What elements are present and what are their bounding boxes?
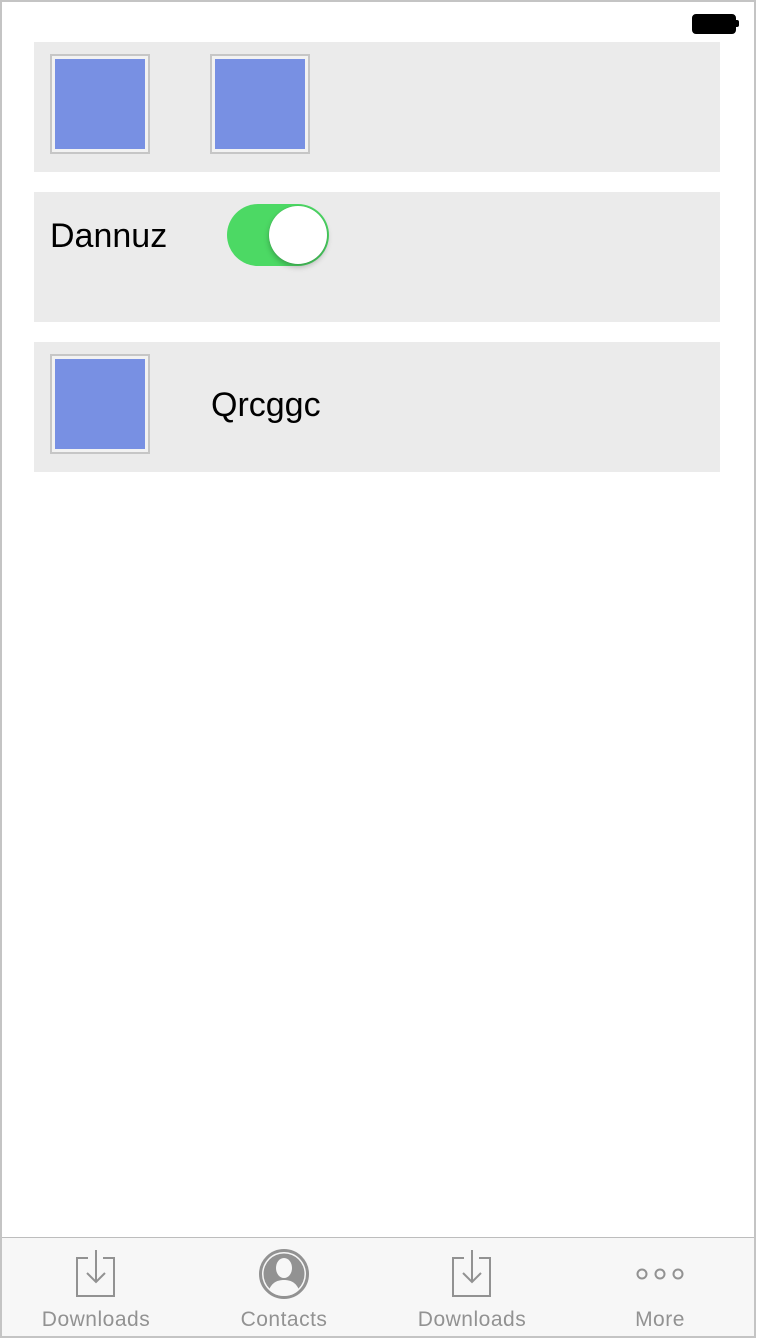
dannuz-toggle[interactable] bbox=[227, 204, 329, 266]
tab-contacts[interactable]: Contacts bbox=[190, 1238, 378, 1336]
tab-bar: Downloads Contacts Downloads More bbox=[2, 1237, 754, 1336]
battery-full-icon bbox=[692, 14, 739, 34]
toggle-row-card: Dannuz bbox=[34, 192, 720, 322]
status-bar bbox=[2, 2, 754, 42]
image-row-label: Qrcggc bbox=[211, 386, 321, 424]
toggle-knob bbox=[269, 206, 327, 264]
tab-downloads[interactable]: Downloads bbox=[2, 1238, 190, 1336]
image-row-card bbox=[34, 42, 720, 172]
download-icon bbox=[452, 1250, 491, 1297]
tab-more[interactable]: More bbox=[566, 1238, 754, 1336]
image-placeholder-icon[interactable] bbox=[50, 354, 150, 454]
toggle-row-label: Dannuz bbox=[50, 217, 168, 255]
image-label-row-card: Qrcggc bbox=[34, 342, 720, 472]
tab-downloads-2[interactable]: Downloads bbox=[378, 1238, 566, 1336]
tab-label: Downloads bbox=[417, 1308, 527, 1331]
tab-label: More bbox=[635, 1308, 685, 1331]
image-placeholder-icon[interactable] bbox=[50, 54, 150, 154]
contact-icon bbox=[259, 1249, 309, 1299]
more-icon bbox=[636, 1268, 684, 1280]
image-placeholder-icon[interactable] bbox=[210, 54, 310, 154]
download-icon bbox=[76, 1250, 115, 1297]
tab-label: Contacts bbox=[240, 1308, 328, 1331]
tab-label: Downloads bbox=[41, 1308, 151, 1331]
screen: Dannuz Qrcggc Downloads Contacts Downloa… bbox=[0, 0, 756, 1338]
